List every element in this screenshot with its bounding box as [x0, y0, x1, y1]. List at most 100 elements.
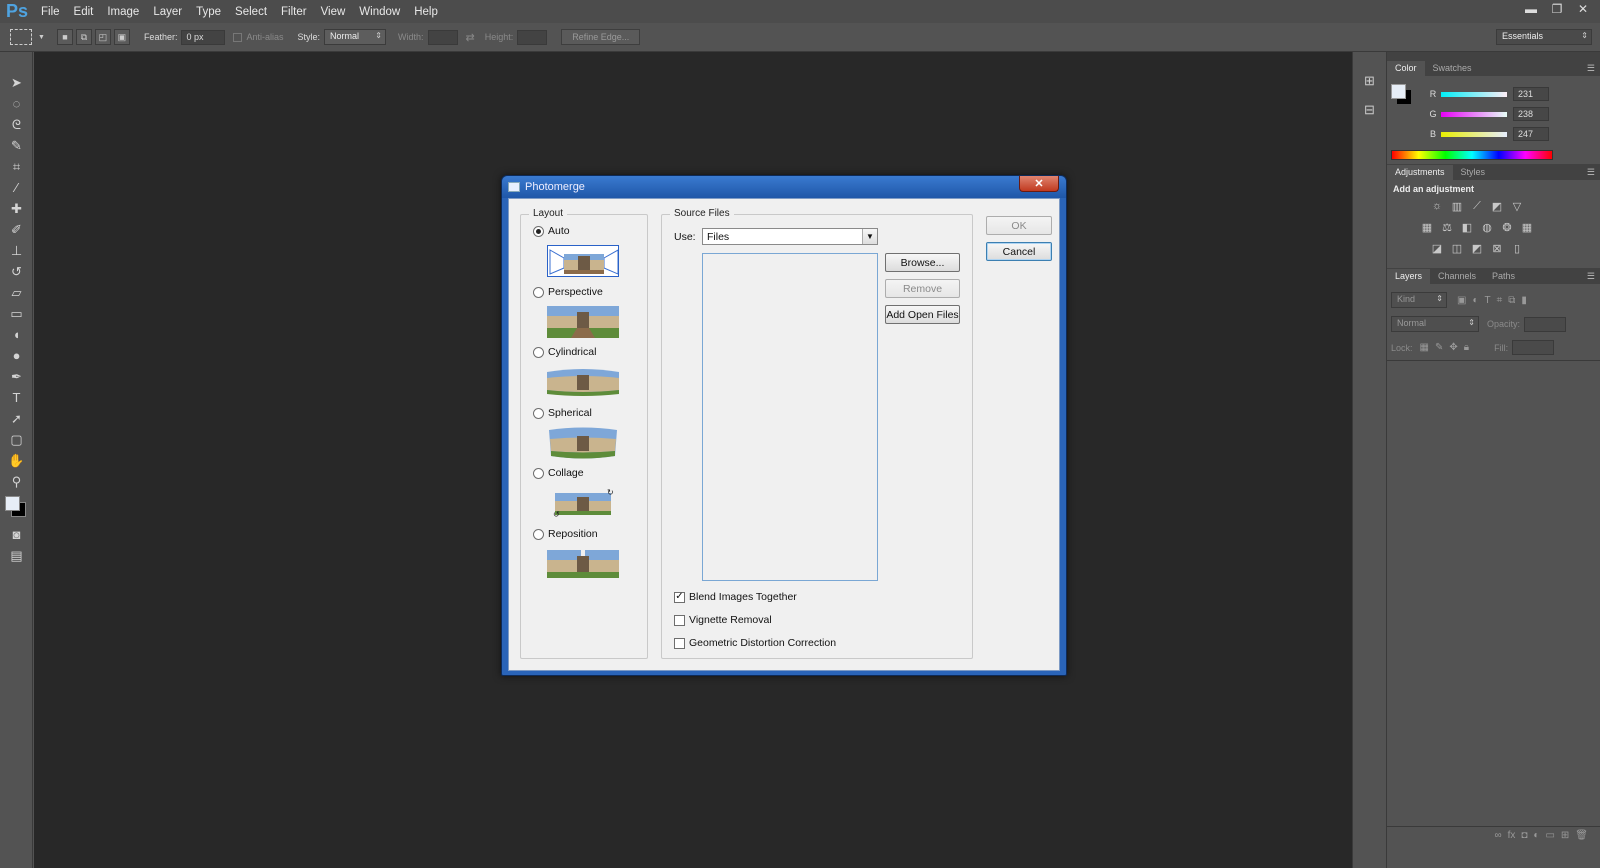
- hand-tool-icon[interactable]: ✋: [0, 450, 33, 471]
- geometric-distortion-option[interactable]: Geometric Distortion Correction: [674, 637, 836, 649]
- history-panel-icon[interactable]: ⊞: [1353, 70, 1386, 91]
- move-tool-icon[interactable]: ➤: [0, 72, 33, 93]
- panel-menu-icon[interactable]: ☰: [1587, 63, 1595, 74]
- red-slider[interactable]: [1441, 91, 1507, 97]
- new-selection-icon[interactable]: ■: [56, 29, 73, 45]
- layout-collage-option[interactable]: Collage: [533, 467, 584, 479]
- chevron-down-icon[interactable]: ▼: [862, 229, 877, 244]
- filter-type-icon[interactable]: T: [1485, 295, 1491, 306]
- pen-tool-icon[interactable]: ✒: [0, 366, 33, 387]
- opacity-input[interactable]: [1524, 316, 1567, 332]
- minimize-icon[interactable]: ▬: [1518, 0, 1544, 18]
- chevron-down-icon[interactable]: ▼: [38, 34, 45, 41]
- panel-menu-icon[interactable]: ☰: [1587, 167, 1595, 178]
- blur-tool-icon[interactable]: ◖: [0, 324, 33, 345]
- dialog-close-button[interactable]: ✕: [1019, 176, 1059, 192]
- remove-button[interactable]: Remove: [885, 279, 960, 298]
- tab-paths[interactable]: Paths: [1484, 269, 1523, 284]
- layout-spherical-option[interactable]: Spherical: [533, 407, 592, 419]
- new-group-icon[interactable]: ▭: [1545, 830, 1554, 841]
- radio-spherical[interactable]: [533, 407, 544, 419]
- selective-color-icon[interactable]: ⊠: [1490, 242, 1504, 255]
- radio-cylindrical[interactable]: [533, 346, 544, 358]
- marquee-tool-icon[interactable]: ◌: [0, 93, 33, 114]
- channel-mixer-icon[interactable]: ❂: [1500, 221, 1514, 234]
- curves-icon[interactable]: ⟋: [1470, 200, 1484, 212]
- blend-mode-select[interactable]: Normal: [1391, 316, 1479, 332]
- link-layers-icon[interactable]: ∞: [1494, 830, 1501, 841]
- menu-help[interactable]: Help: [407, 6, 445, 18]
- blend-images-option[interactable]: ✓ Blend Images Together: [674, 591, 797, 603]
- add-open-files-button[interactable]: Add Open Files: [885, 305, 960, 324]
- tab-channels[interactable]: Channels: [1430, 269, 1484, 284]
- menu-select[interactable]: Select: [228, 6, 274, 18]
- invert-icon[interactable]: ◪: [1430, 242, 1444, 255]
- brightness-icon[interactable]: ☼: [1430, 200, 1444, 212]
- healing-brush-tool-icon[interactable]: ✚: [0, 198, 33, 219]
- swap-icon[interactable]: ⇄: [466, 31, 475, 44]
- new-layer-icon[interactable]: ⊞: [1561, 830, 1569, 841]
- layout-auto-option[interactable]: Auto: [533, 225, 570, 237]
- lock-position-icon[interactable]: ✥: [1449, 342, 1457, 353]
- vignette-removal-checkbox[interactable]: [674, 614, 685, 626]
- exposure-icon[interactable]: ◩: [1490, 200, 1504, 213]
- radio-auto[interactable]: [533, 225, 544, 237]
- vignette-removal-option[interactable]: Vignette Removal: [674, 614, 772, 626]
- green-slider[interactable]: [1441, 111, 1507, 117]
- panel-foreground-swatch[interactable]: [1391, 84, 1406, 99]
- red-value-input[interactable]: 231: [1513, 87, 1549, 101]
- tab-color[interactable]: Color: [1387, 61, 1425, 76]
- eraser-tool-icon[interactable]: ▱: [0, 282, 33, 303]
- panel-menu-icon[interactable]: ☰: [1587, 271, 1595, 282]
- browse-button[interactable]: Browse...: [885, 253, 960, 272]
- tab-styles[interactable]: Styles: [1453, 165, 1494, 180]
- subtract-selection-icon[interactable]: ◰: [94, 29, 111, 45]
- clone-stamp-tool-icon[interactable]: ⊥: [0, 240, 33, 261]
- radio-reposition[interactable]: [533, 528, 544, 540]
- color-lookup-icon[interactable]: ▦: [1520, 221, 1534, 234]
- filter-adjustment-icon[interactable]: ◐: [1472, 295, 1478, 306]
- menu-image[interactable]: Image: [100, 6, 146, 18]
- layout-perspective-option[interactable]: Perspective: [533, 286, 603, 298]
- tab-layers[interactable]: Layers: [1387, 269, 1431, 284]
- restore-icon[interactable]: ❐: [1544, 0, 1570, 18]
- delete-layer-icon[interactable]: 🗑︎: [1575, 830, 1588, 841]
- eyedropper-tool-icon[interactable]: ⁄: [0, 177, 33, 198]
- lasso-tool-icon[interactable]: ᘓ: [0, 114, 33, 135]
- color-balance-icon[interactable]: ⚖: [1440, 221, 1454, 234]
- gradient-tool-icon[interactable]: ▭: [0, 303, 33, 324]
- brush-tool-icon[interactable]: ✐: [0, 219, 33, 240]
- blue-value-input[interactable]: 247: [1513, 127, 1549, 141]
- menu-edit[interactable]: Edit: [67, 6, 101, 18]
- menu-filter[interactable]: Filter: [274, 6, 314, 18]
- dialog-titlebar[interactable]: Photomerge ✕: [502, 176, 1066, 198]
- feather-input[interactable]: 0 px: [181, 29, 226, 45]
- use-select[interactable]: Files ▼: [702, 228, 878, 245]
- close-icon[interactable]: ✕: [1570, 0, 1596, 18]
- layer-filter-kind-select[interactable]: Kind: [1391, 292, 1447, 308]
- threshold-icon[interactable]: ◩: [1470, 242, 1484, 255]
- quick-selection-tool-icon[interactable]: ✎: [0, 135, 33, 156]
- photo-filter-icon[interactable]: ◍: [1480, 221, 1494, 234]
- menu-layer[interactable]: Layer: [146, 6, 189, 18]
- blue-slider[interactable]: [1441, 131, 1507, 137]
- blend-images-checkbox[interactable]: ✓: [674, 591, 685, 603]
- crop-tool-icon[interactable]: ⌗: [0, 156, 33, 177]
- screen-mode-icon[interactable]: ▤: [0, 545, 33, 566]
- fill-input[interactable]: [1512, 340, 1555, 355]
- menu-type[interactable]: Type: [189, 6, 228, 18]
- properties-panel-icon[interactable]: ⊟: [1353, 99, 1386, 120]
- style-select[interactable]: Normal: [324, 29, 386, 45]
- path-selection-tool-icon[interactable]: ➚: [0, 408, 33, 429]
- source-files-list[interactable]: [702, 253, 878, 581]
- tab-adjustments[interactable]: Adjustments: [1387, 165, 1453, 180]
- radio-perspective[interactable]: [533, 286, 544, 298]
- new-adjustment-layer-icon[interactable]: ◐: [1533, 830, 1539, 841]
- hue-saturation-icon[interactable]: ▦: [1420, 221, 1434, 234]
- menu-view[interactable]: View: [314, 6, 353, 18]
- antialias-checkbox[interactable]: [233, 32, 243, 42]
- type-tool-icon[interactable]: T: [0, 387, 33, 408]
- workspace-select[interactable]: Essentials: [1496, 29, 1592, 45]
- menu-window[interactable]: Window: [352, 6, 407, 18]
- cancel-button[interactable]: Cancel: [986, 242, 1052, 261]
